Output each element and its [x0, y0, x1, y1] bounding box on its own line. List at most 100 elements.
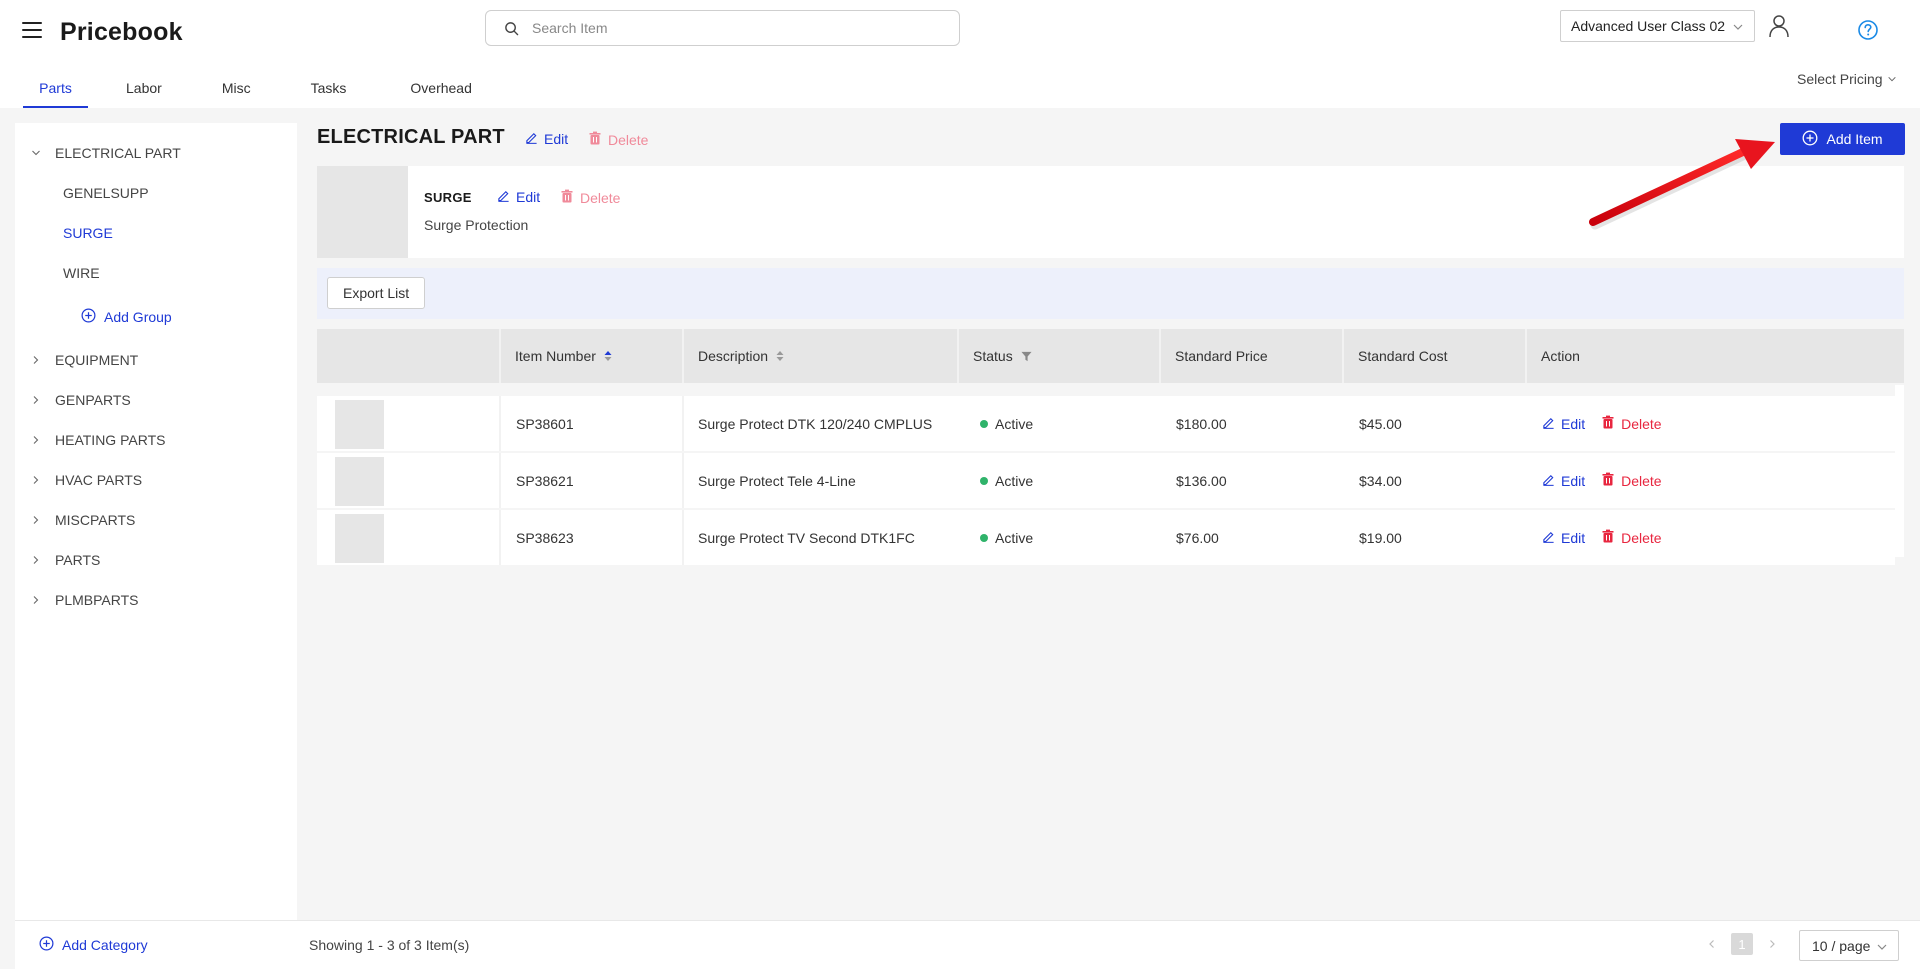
role-select[interactable]: Advanced User Class 02	[1560, 10, 1755, 42]
select-pricing-dropdown[interactable]: Select Pricing	[1797, 71, 1897, 87]
export-list-button[interactable]: Export List	[327, 277, 426, 309]
edit-icon	[1542, 416, 1555, 432]
column-divider	[499, 396, 501, 451]
edit-icon	[525, 131, 538, 147]
row-edit-button[interactable]: Edit	[1542, 530, 1585, 546]
item-image-placeholder	[335, 400, 384, 449]
tab-overhead[interactable]: Overhead	[394, 72, 487, 108]
group-genelsupp[interactable]: GENELSUPP	[63, 185, 149, 201]
category-heating-parts[interactable]: HEATING PARTS	[31, 432, 165, 448]
plus-circle-icon	[1802, 130, 1818, 149]
row-delete-button[interactable]: Delete	[1601, 529, 1662, 546]
item-description: Surge Protect Tele 4-Line	[698, 472, 856, 489]
column-item-number[interactable]: Item Number	[499, 329, 682, 383]
filter-icon[interactable]	[1021, 351, 1032, 362]
page-size-value: 10 / page	[1812, 937, 1871, 954]
search-box[interactable]	[485, 10, 960, 46]
sort-icon[interactable]	[776, 350, 784, 362]
user-icon[interactable]	[1768, 14, 1790, 38]
page-button[interactable]: 1	[1731, 933, 1753, 955]
add-group-button[interactable]: Add Group	[81, 308, 172, 326]
tab-labor[interactable]: Labor	[110, 72, 178, 108]
item-image-placeholder	[335, 514, 384, 563]
group-card: SURGE Edit Delete Surge Protection	[317, 166, 1904, 258]
category-parts[interactable]: PARTS	[31, 552, 100, 568]
category-hvac-parts[interactable]: HVAC PARTS	[31, 472, 142, 488]
column-status[interactable]: Status	[957, 329, 1159, 383]
category-label: EQUIPMENT	[55, 352, 139, 368]
category-title: ELECTRICAL PART	[317, 126, 505, 148]
column-standard-price: Standard Price	[1175, 348, 1268, 364]
item-number: SP38601	[516, 415, 574, 432]
edit-icon	[497, 189, 510, 205]
sort-icon[interactable]	[604, 350, 612, 362]
row-delete-label: Delete	[1621, 529, 1662, 546]
status-dot-icon	[980, 419, 988, 428]
group-wire[interactable]: WIRE	[63, 265, 100, 281]
table-footer: Showing 1 - 3 of 3 Item(s) 1 10 / page	[297, 920, 1920, 969]
row-edit-button[interactable]: Edit	[1542, 473, 1585, 489]
menu-icon[interactable]	[22, 22, 42, 38]
row-delete-button[interactable]: Delete	[1601, 472, 1662, 489]
chevron-right-icon	[31, 595, 41, 605]
search-input[interactable]	[532, 20, 932, 36]
category-genparts[interactable]: GENPARTS	[31, 392, 131, 408]
help-icon[interactable]	[1857, 19, 1879, 41]
row-image-cell	[317, 453, 499, 508]
column-description[interactable]: Description	[682, 329, 957, 383]
row-delete-label: Delete	[1621, 415, 1662, 432]
table-toolbar: Export List	[317, 268, 1904, 319]
category-electrical-part[interactable]: ELECTRICAL PART	[31, 145, 181, 161]
sidebar-footer: Add Category	[15, 920, 297, 969]
group-image-placeholder	[317, 166, 408, 258]
status-dot-icon	[980, 533, 988, 542]
row-edit-button[interactable]: Edit	[1542, 416, 1585, 432]
table-scrollbar[interactable]	[1895, 385, 1904, 557]
item-cost: $34.00	[1359, 472, 1402, 489]
chevron-right-icon[interactable]	[1767, 936, 1777, 952]
row-delete-label: Delete	[1621, 472, 1662, 489]
column-divider	[499, 510, 501, 565]
category-sidebar: ELECTRICAL PART GENELSUPP SURGE WIRE Add…	[15, 123, 297, 969]
add-item-button[interactable]: Add Item	[1780, 123, 1905, 155]
category-edit-button[interactable]: Edit	[525, 131, 568, 147]
group-name: SURGE	[424, 190, 472, 205]
chevron-right-icon	[31, 435, 41, 445]
item-status: Active	[980, 453, 1033, 508]
item-price: $180.00	[1176, 415, 1227, 432]
status-dot-icon	[980, 476, 988, 485]
item-image-placeholder	[335, 457, 384, 506]
group-surge[interactable]: SURGE	[63, 225, 113, 241]
column-divider	[682, 510, 684, 565]
group-delete-button[interactable]: Delete	[560, 189, 620, 206]
column-label: Status	[973, 348, 1013, 364]
category-label: PLMBPARTS	[55, 592, 139, 608]
page-size-select[interactable]: 10 / page	[1799, 930, 1899, 961]
category-miscparts[interactable]: MISCPARTS	[31, 512, 135, 528]
category-delete-button[interactable]: Delete	[588, 131, 648, 148]
group-edit-label: Edit	[516, 189, 541, 205]
add-category-button[interactable]: Add Category	[39, 936, 148, 954]
item-status: Active	[980, 510, 1033, 565]
category-label: HEATING PARTS	[55, 432, 166, 448]
showing-count: Showing 1 - 3 of 3 Item(s)	[309, 937, 470, 953]
item-number: SP38621	[516, 472, 574, 489]
category-label: GENPARTS	[55, 392, 131, 408]
chevron-left-icon[interactable]	[1707, 936, 1717, 952]
category-plmbparts[interactable]: PLMBPARTS	[31, 592, 139, 608]
tab-tasks[interactable]: Tasks	[295, 72, 363, 108]
column-divider	[499, 453, 501, 508]
item-description: Surge Protect TV Second DTK1FC	[698, 529, 915, 546]
group-edit-button[interactable]: Edit	[497, 189, 540, 205]
category-equipment[interactable]: EQUIPMENT	[31, 352, 138, 368]
category-label: MISCPARTS	[55, 512, 136, 528]
table-row: SP38601 Surge Protect DTK 120/240 CMPLUS…	[317, 396, 1895, 451]
trash-icon	[588, 131, 602, 148]
trash-icon	[1601, 472, 1615, 489]
tab-parts[interactable]: Parts	[23, 72, 88, 108]
plus-circle-icon	[81, 308, 96, 326]
chevron-right-icon	[31, 515, 41, 525]
tab-misc[interactable]: Misc	[206, 72, 267, 108]
row-delete-button[interactable]: Delete	[1601, 415, 1662, 432]
add-item-label: Add Item	[1826, 131, 1883, 147]
